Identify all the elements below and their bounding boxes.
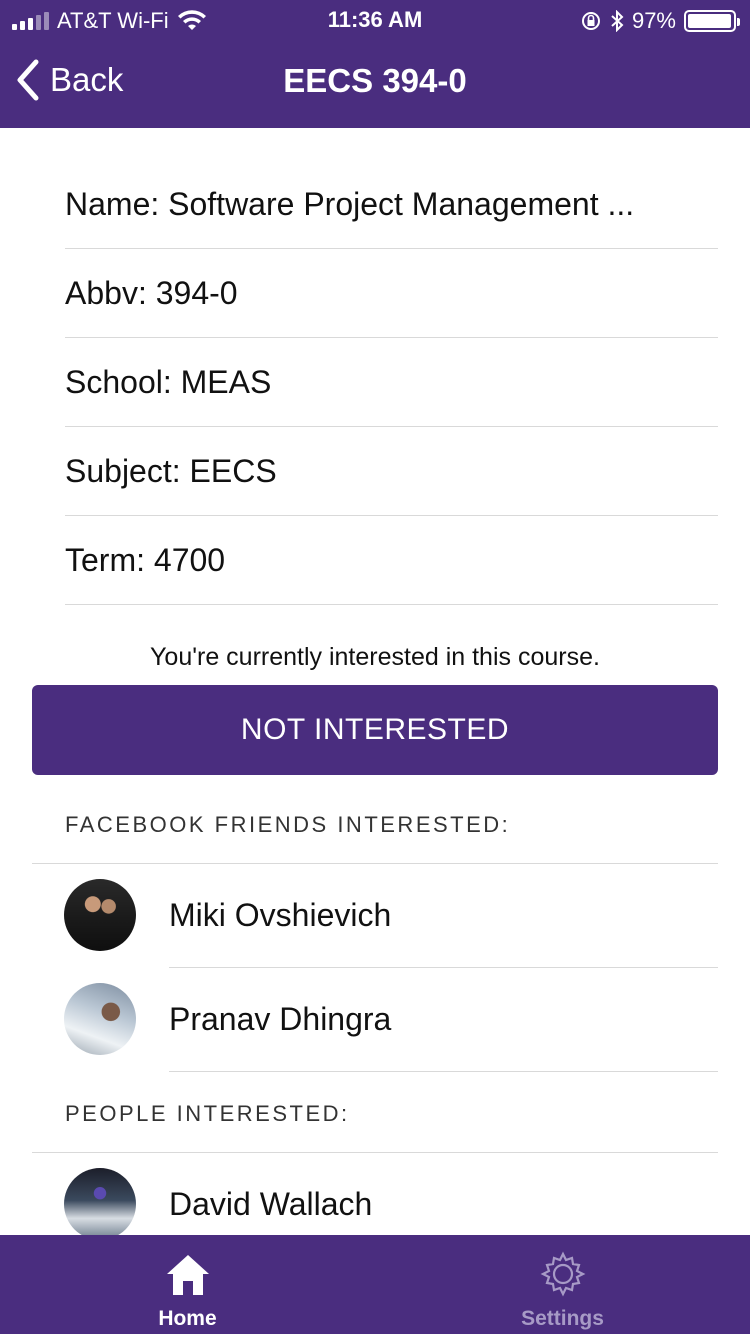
tab-home[interactable]: Home bbox=[0, 1235, 375, 1334]
friends-section-header: FACEBOOK FRIENDS INTERESTED: bbox=[65, 812, 511, 837]
divider bbox=[169, 1071, 718, 1072]
people-section-header: PEOPLE INTERESTED: bbox=[65, 1101, 350, 1126]
course-subject: Subject: EECS bbox=[65, 452, 277, 489]
course-term-row: Term: 4700 bbox=[65, 516, 718, 605]
battery-percent: 97% bbox=[631, 8, 676, 33]
interest-status: You're currently interested in this cour… bbox=[150, 643, 600, 671]
course-abbv: Abbv: 394-0 bbox=[65, 274, 238, 311]
bluetooth-icon bbox=[611, 10, 624, 32]
home-icon bbox=[166, 1255, 209, 1295]
course-school-row: School: MEAS bbox=[65, 338, 718, 427]
list-item[interactable]: David Wallach bbox=[0, 1153, 750, 1235]
nav-bar: Back EECS 394-0 bbox=[0, 40, 750, 128]
course-name-row: Name: Software Project Management ... bbox=[65, 160, 718, 249]
tab-bar: Home Settings bbox=[0, 1235, 750, 1334]
avatar bbox=[64, 1168, 136, 1235]
not-interested-button[interactable]: NOT INTERESTED bbox=[32, 685, 718, 775]
course-school: School: MEAS bbox=[65, 363, 272, 400]
course-abbv-row: Abbv: 394-0 bbox=[65, 249, 718, 338]
course-name: Name: Software Project Management ... bbox=[65, 185, 635, 222]
battery-fill bbox=[688, 14, 731, 28]
status-bar: AT&T Wi-Fi 11:36 AM 97% bbox=[0, 0, 750, 40]
battery-icon bbox=[684, 10, 740, 32]
person-name: Miki Ovshievich bbox=[169, 897, 392, 933]
status-right: 97% bbox=[580, 8, 740, 34]
avatar bbox=[64, 879, 136, 951]
course-term: Term: 4700 bbox=[65, 541, 226, 578]
person-name: David Wallach bbox=[169, 1186, 373, 1222]
tab-home-label: Home bbox=[158, 1307, 217, 1330]
screen: AT&T Wi-Fi 11:36 AM 97% Back EECS 394-0 … bbox=[0, 0, 750, 1334]
course-subject-row: Subject: EECS bbox=[65, 427, 718, 516]
course-details: Name: Software Project Management ... Ab… bbox=[0, 128, 750, 1235]
avatar bbox=[64, 983, 136, 1055]
tab-settings[interactable]: Settings bbox=[375, 1235, 750, 1334]
gear-icon bbox=[540, 1251, 585, 1297]
tab-settings-label: Settings bbox=[521, 1307, 604, 1330]
header: AT&T Wi-Fi 11:36 AM 97% Back EECS 394-0 bbox=[0, 0, 750, 128]
orientation-lock-icon bbox=[581, 12, 600, 30]
person-name: Pranav Dhingra bbox=[169, 1001, 392, 1037]
page-title: EECS 394-0 bbox=[283, 62, 467, 99]
list-item[interactable]: Pranav Dhingra bbox=[0, 968, 750, 1072]
list-item[interactable]: Miki Ovshievich bbox=[0, 864, 750, 968]
